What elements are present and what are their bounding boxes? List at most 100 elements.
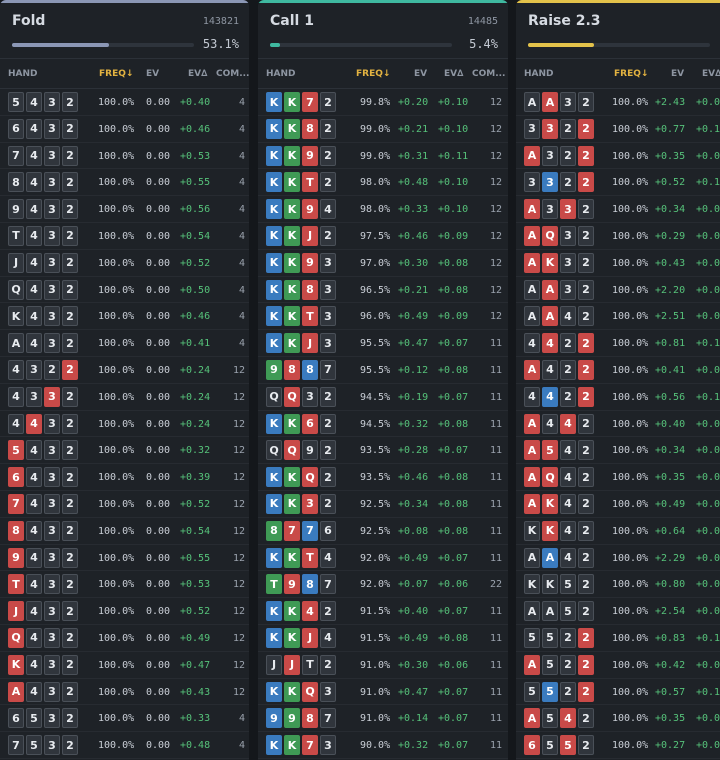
column-ev[interactable]: EV [146, 69, 159, 79]
ev-value: +2.20 [655, 284, 686, 296]
column-ev-delta[interactable]: EV∆ [188, 69, 207, 79]
panel-header[interactable]: Fold 143821 53.1% [0, 3, 249, 59]
freq-value: 91.0% [360, 686, 391, 698]
column-freq[interactable]: FREQ↓ [614, 69, 648, 79]
panel-header[interactable]: Raise 2.3 [516, 3, 720, 59]
table-row[interactable]: AA42 100.0% +2.29 +0.06 [516, 545, 720, 572]
table-row[interactable]: K K J 3 95.5% +0.47 +0.07 11 [258, 330, 508, 357]
table-row[interactable]: J 4 3 2 100.0% 0.00 +0.52 4 [0, 250, 249, 277]
column-ev[interactable]: EV [671, 69, 684, 79]
table-row[interactable]: K K 9 3 97.0% +0.30 +0.08 12 [258, 250, 508, 277]
table-row[interactable]: K K Q 2 93.5% +0.46 +0.08 11 [258, 464, 508, 491]
table-row[interactable]: K K 7 3 90.0% +0.32 +0.07 11 [258, 732, 508, 759]
table-row[interactable]: 8 7 7 6 92.5% +0.08 +0.08 11 [258, 518, 508, 545]
combos-value: 12 [232, 686, 245, 698]
table-row[interactable]: Q Q 9 2 93.5% +0.28 +0.07 11 [258, 437, 508, 465]
table-row[interactable]: K K T 3 96.0% +0.49 +0.09 12 [258, 303, 508, 331]
table-row[interactable]: 4422100.0%+0.56+0.14 [516, 384, 720, 411]
table-row[interactable]: K K 8 3 96.5% +0.21 +0.08 12 [258, 277, 508, 304]
table-row[interactable]: AQ42 100.0% +0.35 +0.03 [516, 464, 720, 491]
table-row[interactable]: K K 3 2 92.5% +0.34 +0.08 11 [258, 491, 508, 518]
table-row[interactable]: K K T 2 98.0% +0.48 +0.10 12 [258, 169, 508, 197]
table-row[interactable]: K K 6 2 94.5% +0.32 +0.08 11 [258, 411, 508, 438]
column-hand[interactable]: HAND [266, 69, 296, 79]
table-row[interactable]: 9 4 3 2 100.0% 0.00 +0.56 4 [0, 196, 249, 223]
card: J [302, 627, 318, 648]
table-row[interactable]: AA42 100.0% +2.51 +0.07 [516, 303, 720, 331]
table-row[interactable]: 7 4 3 2 100.0% 0.00 +0.52 12 [0, 491, 249, 518]
column-hand[interactable]: HAND [524, 69, 554, 79]
table-row[interactable]: A322 100.0% +0.35 +0.05 [516, 143, 720, 170]
table-row[interactable]: AK32 100.0% +0.43 +0.03 [516, 250, 720, 277]
table-row[interactable]: KK52 100.0% +0.80 +0.03 [516, 571, 720, 599]
table-row[interactable]: 8 4 3 2 100.0% 0.00 +0.55 4 [0, 169, 249, 197]
panel-header[interactable]: Call 1 14485 5.4% [258, 3, 508, 59]
table-row[interactable]: AA52 100.0% +2.54 +0.07 [516, 598, 720, 625]
column-combos[interactable]: COM... [216, 69, 249, 79]
table-row[interactable]: A442 100.0% +0.40 +0.08 [516, 411, 720, 438]
table-row[interactable]: 5522100.0%+0.83+0.19 [516, 625, 720, 652]
table-row[interactable]: 6552 100.0% +0.27 +0.04 [516, 732, 720, 759]
table-row[interactable]: K K 9 2 99.0% +0.31 +0.11 12 [258, 143, 508, 170]
table-row[interactable]: K K 9 4 98.0% +0.33 +0.10 12 [258, 196, 508, 223]
table-row[interactable]: Q Q 3 2 94.5% +0.19 +0.07 11 [258, 384, 508, 411]
table-row[interactable]: A 4 3 2 100.0% 0.00 +0.43 12 [0, 679, 249, 706]
table-row[interactable]: A542 100.0% +0.35 +0.02 [516, 705, 720, 733]
table-row[interactable]: K K 4 2 91.5% +0.40 +0.07 11 [258, 598, 508, 625]
table-row[interactable]: K K Q 3 91.0% +0.47 +0.07 11 [258, 679, 508, 706]
table-row[interactable]: A 4 3 2 100.0% 0.00 +0.41 4 [0, 330, 249, 357]
column-ev-delta[interactable]: EV∆ [702, 69, 720, 79]
table-row[interactable]: K 4 3 2 100.0% 0.00 +0.46 4 [0, 303, 249, 331]
table-row[interactable]: Q 4 3 2 100.0% 0.00 +0.49 12 [0, 625, 249, 652]
table-row[interactable]: 3322100.0%+0.77+0.16 [516, 116, 720, 143]
column-freq[interactable]: FREQ↓ [99, 69, 133, 79]
table-row[interactable]: 7 4 3 2 100.0% 0.00 +0.53 4 [0, 143, 249, 170]
table-row[interactable]: AQ32 100.0% +0.29 +0.03 [516, 223, 720, 250]
table-row[interactable]: 6 4 3 2 100.0% 0.00 +0.46 4 [0, 116, 249, 143]
table-row[interactable]: 5522100.0%+0.57+0.13 [516, 679, 720, 706]
table-row[interactable]: 9 9 8 7 91.0% +0.14 +0.07 11 [258, 705, 508, 733]
table-row[interactable]: AA32 100.0% +2.20 +0.06 [516, 277, 720, 304]
table-row[interactable]: K K J 4 91.5% +0.49 +0.08 11 [258, 625, 508, 652]
table-row[interactable]: A522 100.0% +0.42 +0.06 [516, 652, 720, 679]
column-combos[interactable]: COM... [472, 69, 505, 79]
column-hand[interactable]: HAND [8, 69, 38, 79]
table-row[interactable]: T 9 8 7 92.0% +0.07 +0.06 22 [258, 571, 508, 599]
table-row[interactable]: A332 100.0% +0.34 +0.05 [516, 196, 720, 223]
table-row[interactable]: 9 8 8 7 95.5% +0.12 +0.08 11 [258, 357, 508, 384]
table-row[interactable]: 6 5 3 2 100.0% 0.00 +0.33 4 [0, 705, 249, 733]
column-ev-delta[interactable]: EV∆ [444, 69, 463, 79]
card: Q [302, 467, 318, 488]
table-row[interactable]: 9 4 3 2 100.0% 0.00 +0.55 12 [0, 545, 249, 572]
table-row[interactable]: T 4 3 2 100.0% 0.00 +0.53 12 [0, 571, 249, 599]
table-row[interactable]: 5 4 3 2 100.0% 0.00 +0.40 4 [0, 89, 249, 116]
column-freq[interactable]: FREQ↓ [356, 69, 390, 79]
table-row[interactable]: J J T 2 91.0% +0.30 +0.06 11 [258, 652, 508, 679]
table-row[interactable]: 6 4 3 2 100.0% 0.00 +0.39 12 [0, 464, 249, 491]
table-row[interactable]: K K 8 2 99.0% +0.21 +0.10 12 [258, 116, 508, 143]
column-ev[interactable]: EV [414, 69, 427, 79]
table-row[interactable]: 4 4 3 2 100.0% 0.00 +0.24 12 [0, 411, 249, 438]
table-row[interactable]: 8 4 3 2 100.0% 0.00 +0.54 12 [0, 518, 249, 545]
table-row[interactable]: 3322100.0%+0.52+0.13 [516, 169, 720, 197]
table-row[interactable]: AK42 100.0% +0.49 +0.05 [516, 491, 720, 518]
table-row[interactable]: Q 4 3 2 100.0% 0.00 +0.50 4 [0, 277, 249, 304]
table-row[interactable]: KK42 100.0% +0.64 +0.05 [516, 518, 720, 545]
table-row[interactable]: T 4 3 2 100.0% 0.00 +0.54 4 [0, 223, 249, 250]
table-row[interactable]: AA32 100.0% +2.43 +0.06 [516, 89, 720, 116]
ev-delta-value: +0.07 [438, 445, 469, 457]
table-row[interactable]: 4 3 3 2 100.0% 0.00 +0.24 12 [0, 384, 249, 411]
ev-value: +0.80 [655, 579, 686, 591]
table-row[interactable]: 5 4 3 2 100.0% 0.00 +0.32 12 [0, 437, 249, 465]
ev-value: +0.47 [398, 686, 429, 698]
table-row[interactable]: K K J 2 97.5% +0.46 +0.09 12 [258, 223, 508, 250]
table-row[interactable]: K K 7 2 99.8% +0.20 +0.10 12 [258, 89, 508, 116]
table-row[interactable]: K K T 4 92.0% +0.49 +0.07 11 [258, 545, 508, 572]
table-row[interactable]: 7 5 3 2 100.0% 0.00 +0.48 4 [0, 732, 249, 759]
table-row[interactable]: A422 100.0% +0.41 +0.05 [516, 357, 720, 384]
table-row[interactable]: K 4 3 2 100.0% 0.00 +0.47 12 [0, 652, 249, 679]
table-row[interactable]: A542 100.0% +0.34 +0.02 [516, 437, 720, 465]
table-row[interactable]: 4422100.0%+0.81+0.17 [516, 330, 720, 357]
table-row[interactable]: 4 3 2 2 100.0% 0.00 +0.24 12 [0, 357, 249, 384]
table-row[interactable]: J 4 3 2 100.0% 0.00 +0.52 12 [0, 598, 249, 625]
